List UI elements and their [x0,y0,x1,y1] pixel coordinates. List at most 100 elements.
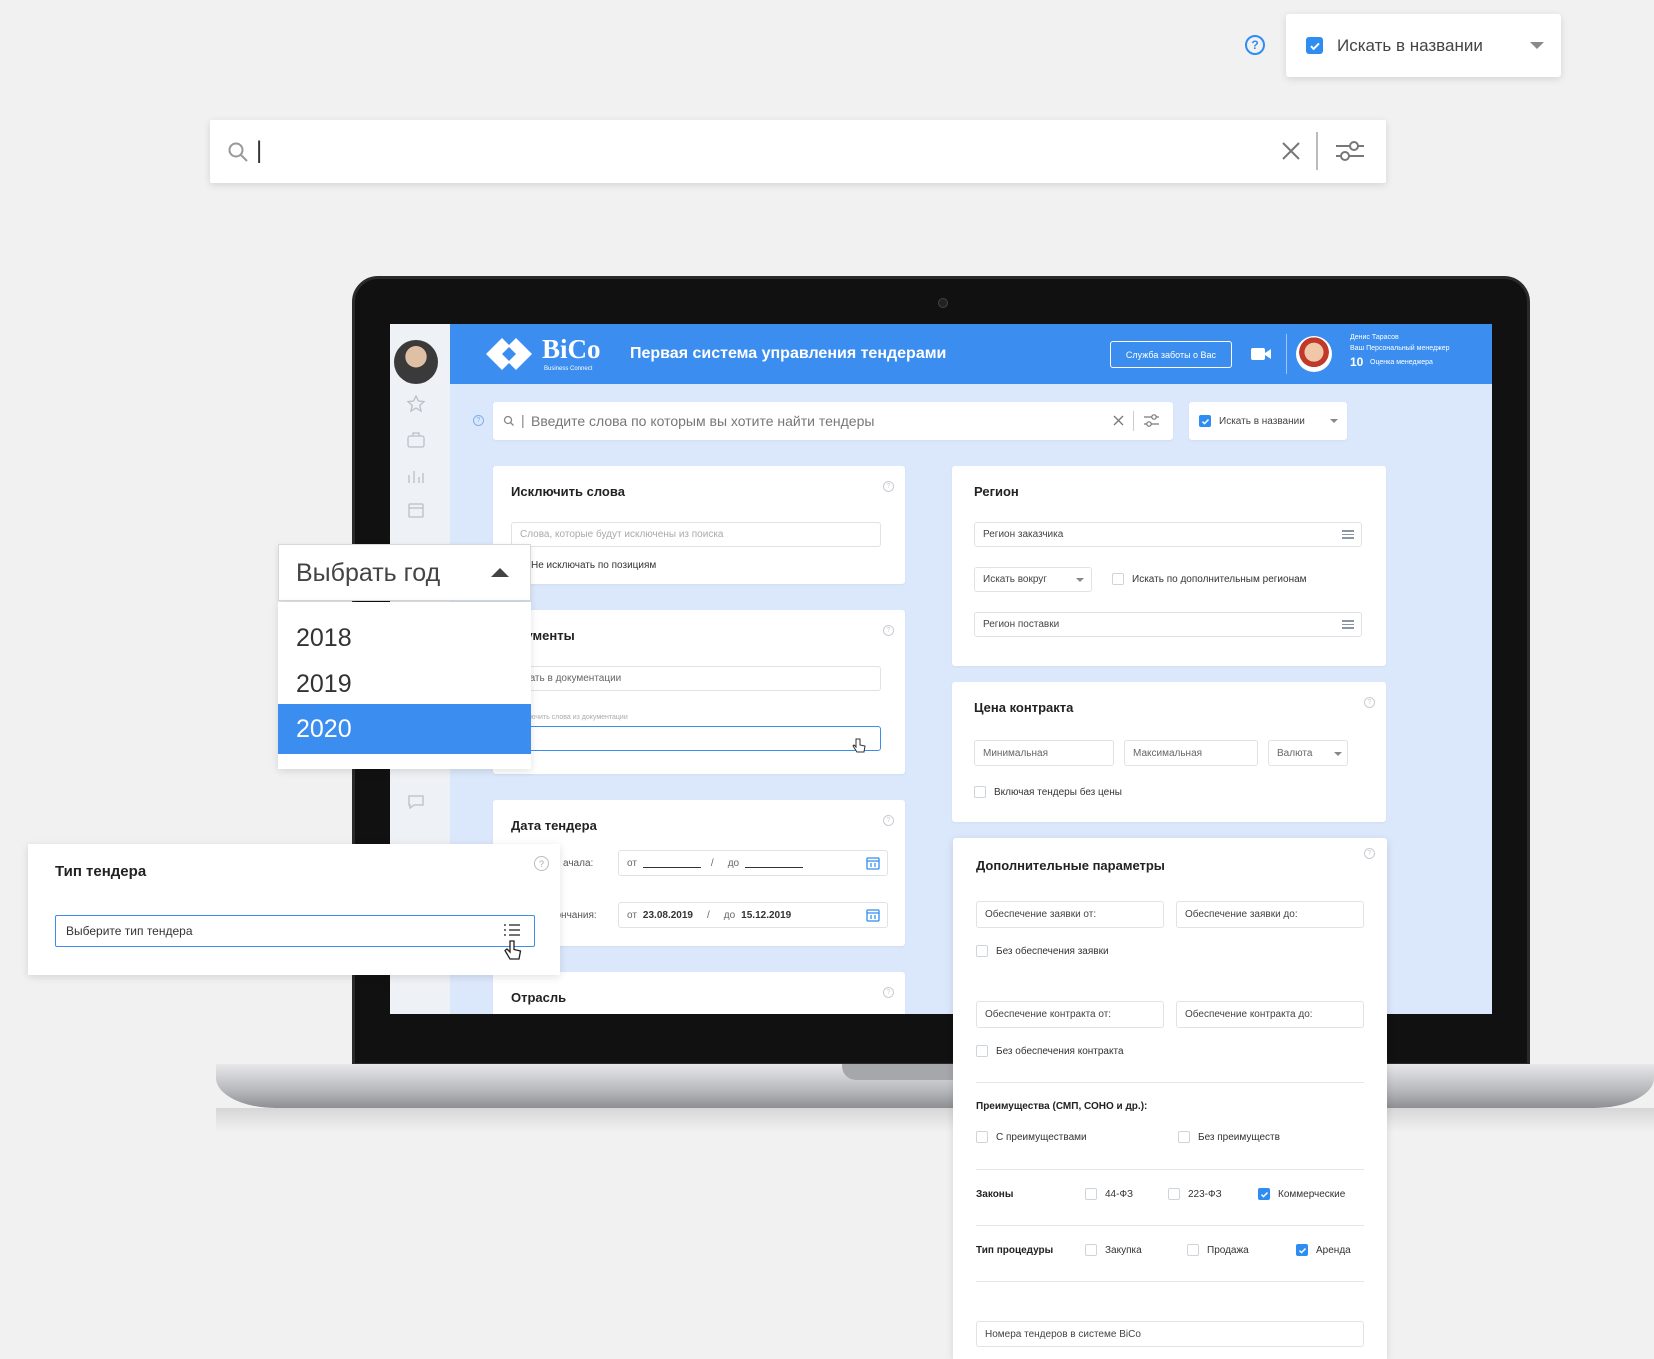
end-date-range[interactable]: от 23.08.2019 / до 15.12.2019 [618,902,888,928]
pointer-hand-icon [852,738,866,753]
min-price-input[interactable]: Минимальная [974,740,1114,766]
help-icon[interactable]: ? [1364,697,1375,708]
documents-panel: окументы ? скать в документации ключить … [493,610,905,774]
help-icon[interactable]: ? [883,625,894,636]
year-option[interactable]: 2018 [278,616,531,660]
list-icon[interactable] [503,922,521,938]
panel-title: Тип тендера [55,863,147,880]
page-title: Первая система управления тендерами [630,345,947,362]
video-camera-icon[interactable] [1250,346,1272,362]
briefcase-icon[interactable] [406,430,426,450]
exclude-docs-input[interactable] [511,726,881,751]
laptop-shadow [216,1108,1654,1132]
avatar[interactable] [394,340,438,384]
panel-title: Дата тендера [511,818,597,833]
bid-security-to-input[interactable]: Обеспечение заявки до: [1176,901,1364,928]
chevron-up-icon[interactable] [491,568,509,577]
calendar-icon[interactable] [866,856,880,870]
filter-sliders-icon[interactable] [1334,138,1366,164]
customer-region-select[interactable]: Регион заказчика [974,522,1362,547]
include-no-price-option[interactable]: Включая тендеры без цены [974,786,1122,798]
search-input[interactable]: | [256,137,262,165]
app-search-bar[interactable]: | Введите слова по которым вы хотите най… [493,402,1173,440]
law-223-option[interactable]: 223-ФЗ [1168,1188,1222,1200]
no-contract-security-option[interactable]: Без обеспечения контракта [976,1045,1124,1057]
max-price-input[interactable]: Максимальная [1124,740,1258,766]
chevron-down-icon[interactable] [1530,42,1544,49]
proc-purchase-option[interactable]: Закупка [1085,1244,1142,1256]
date-row-label: ачала: [563,858,594,869]
year-option[interactable]: 2019 [278,662,531,706]
manager-avatar[interactable] [1296,336,1332,372]
close-icon[interactable] [1113,415,1124,426]
app-header: BiCo Business Connect Первая система упр… [450,324,1492,384]
field-label: ключить слова из документации [523,714,628,721]
without-advantages-option[interactable]: Без преимуществ [1178,1131,1280,1143]
app-search-input[interactable]: Введите слова по которым вы хотите найти… [531,413,874,429]
search-in-title-select[interactable]: Искать в названии [1286,14,1561,77]
list-icon[interactable] [1342,620,1354,629]
manager-name: Денис Тарасов [1350,334,1399,341]
no-bid-security-option[interactable]: Без обеспечения заявки [976,945,1109,957]
support-button[interactable]: Служба заботы о Вас [1110,341,1232,368]
bid-security-from-input[interactable]: Обеспечение заявки от: [976,901,1164,928]
contract-security-to-input[interactable]: Обеспечение контракта до: [1176,1001,1364,1028]
list-icon[interactable] [1342,530,1354,539]
help-icon[interactable]: ? [883,481,894,492]
checkbox-checked[interactable] [1199,415,1211,427]
law-commercial-option[interactable]: Коммерческие [1258,1188,1345,1200]
year-select[interactable]: Выбрать год [278,544,531,601]
help-icon[interactable]: ? [473,415,484,426]
chevron-down-icon[interactable] [1076,578,1084,582]
help-icon[interactable]: ? [883,815,894,826]
app-search-in-title-select[interactable]: Искать в названии [1189,402,1347,440]
proc-sale-option[interactable]: Продажа [1187,1244,1249,1256]
panel-title: Цена контракта [974,700,1074,715]
star-icon[interactable] [406,394,426,414]
camera-dot [938,298,948,308]
panel-title: Регион [974,484,1019,499]
tender-type-select[interactable]: Выберите тип тендера [55,915,535,947]
checkbox-label: Не исключать по позициям [531,560,657,571]
search-in-title-label: Искать в названии [1219,415,1305,427]
panel-title: Отрасль [511,990,567,1005]
chat-icon[interactable] [406,792,426,812]
help-icon[interactable]: ? [534,856,549,871]
additional-regions-option[interactable]: Искать по дополнительным регионам [1112,573,1307,585]
chevron-down-icon[interactable] [1330,419,1338,423]
extra-params-panel: Дополнительные параметры ? Обеспечение з… [953,838,1387,1359]
divider [976,1082,1364,1083]
chevron-down-icon[interactable] [1334,752,1342,756]
proc-rent-option[interactable]: Аренда [1296,1244,1351,1256]
help-icon[interactable]: ? [1364,848,1375,859]
panel-title: Дополнительные параметры [976,858,1165,873]
tender-numbers-input[interactable]: Номера тендеров в системе BiCo [976,1321,1364,1347]
contract-price-panel: Цена контракта ? Минимальная Максимальна… [952,682,1386,822]
year-option-selected[interactable]: 2020 [278,704,531,754]
contract-security-from-input[interactable]: Обеспечение контракта от: [976,1001,1164,1028]
filter-sliders-icon[interactable] [1143,413,1160,428]
calendar-icon[interactable] [406,500,426,520]
exclude-words-input[interactable]: Слова, которые будут исключены из поиска [511,522,881,547]
with-advantages-option[interactable]: С преимуществами [976,1131,1087,1143]
law-44-option[interactable]: 44-ФЗ [1085,1188,1133,1200]
divider [1316,132,1318,170]
calendar-icon[interactable] [866,908,880,922]
help-icon[interactable]: ? [883,987,894,998]
delivery-region-select[interactable]: Регион поставки [974,612,1362,637]
panel-title: Исключить слова [511,484,625,499]
logo-text: BiCo [542,334,601,364]
start-date-range[interactable]: от / до [618,850,888,876]
close-icon[interactable] [1280,140,1302,162]
chart-icon[interactable] [406,466,426,486]
manager-role: Ваш Персональный менеджер [1350,345,1450,352]
procedure-label: Тип процедуры [976,1245,1054,1256]
divider [976,1169,1364,1170]
help-icon[interactable]: ? [1245,35,1265,55]
laws-label: Законы [976,1189,1014,1200]
search-in-docs-input[interactable]: скать в документации [511,666,881,691]
search-in-title-checkbox[interactable] [1306,37,1323,54]
industry-panel: Отрасль ? [493,972,905,1014]
search-around-select[interactable]: Искать вокруг [974,567,1092,592]
main-search-bar[interactable]: | [210,120,1386,183]
